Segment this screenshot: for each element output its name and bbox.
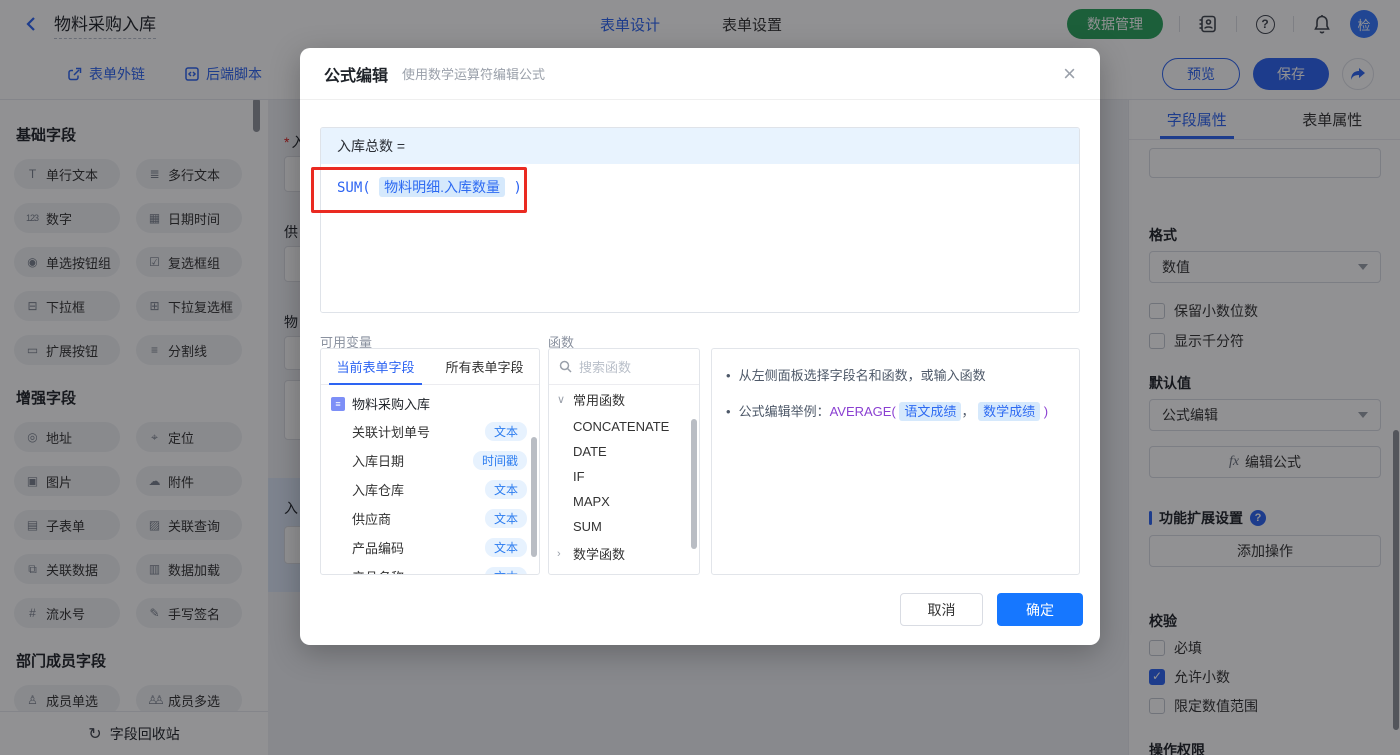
search-icon bbox=[559, 360, 572, 373]
function-group-text[interactable]: › 文本函数 bbox=[549, 568, 699, 574]
help-line-1: • 从左侧面板选择字段名和函数，或输入函数 bbox=[726, 368, 986, 383]
help-line-2: • 公式编辑举例：AVERAGE( 语文成绩， 数学成绩 ) bbox=[726, 402, 1049, 421]
variables-form-node[interactable]: ≡ 物料采购入库 bbox=[321, 385, 539, 417]
function-item[interactable]: DATE bbox=[549, 439, 699, 464]
variables-panel: 当前表单字段 所有表单字段 ≡ 物料采购入库 关联计划单号 文本 入库日期 时间戳 … bbox=[320, 348, 540, 575]
type-badge: 文本 bbox=[484, 480, 527, 499]
example-token-1: 语文成绩 bbox=[899, 402, 962, 421]
variables-scrollbar[interactable] bbox=[531, 437, 537, 557]
modal-subtitle: 使用数学运算符编辑公式 bbox=[402, 67, 546, 82]
function-search[interactable]: 搜索函数 bbox=[549, 349, 699, 385]
example-function: AVERAGE( bbox=[829, 404, 896, 419]
formula-input-area[interactable]: SUM( 物料明细.入库数量 ) bbox=[321, 164, 1079, 312]
variable-item[interactable]: 产品名称文本 bbox=[321, 562, 539, 574]
function-item[interactable]: IF bbox=[549, 464, 699, 489]
formula-close-paren: ) bbox=[513, 180, 522, 196]
type-badge: 文本 bbox=[484, 538, 527, 557]
functions-panel: 搜索函数 ∨ 常用函数 CONCATENATE DATE IF MAPX SUM… bbox=[548, 348, 700, 575]
search-placeholder: 搜索函数 bbox=[579, 360, 632, 375]
confirm-button[interactable]: 确定 bbox=[997, 593, 1083, 626]
type-badge: 时间戳 bbox=[472, 451, 527, 470]
variable-item[interactable]: 产品编码 文本 bbox=[321, 533, 539, 562]
close-icon[interactable]: × bbox=[1063, 62, 1076, 85]
formula-edit-modal: 公式编辑 使用数学运算符编辑公式 × 入库总数 = SUM( 物料明细.入库数量… bbox=[300, 48, 1100, 645]
type-badge: 文本 bbox=[484, 509, 527, 528]
formula-target-bar: 入库总数 = bbox=[321, 128, 1079, 164]
formula-field-token[interactable]: 物料明细.入库数量 bbox=[379, 177, 506, 197]
function-item[interactable]: SUM bbox=[549, 514, 699, 539]
example-token-2: 数学成绩 bbox=[978, 402, 1041, 421]
function-item[interactable]: CONCATENATE bbox=[549, 414, 699, 439]
variable-item[interactable]: 入库日期 时间戳 bbox=[321, 446, 539, 475]
help-panel: • 从左侧面板选择字段名和函数，或输入函数 • 公式编辑举例：AVERAGE( … bbox=[711, 348, 1080, 575]
functions-scrollbar[interactable] bbox=[691, 419, 697, 549]
function-group-common[interactable]: ∨ 常用函数 bbox=[549, 385, 699, 414]
variable-item[interactable]: 关联计划单号 文本 bbox=[321, 417, 539, 446]
cancel-button[interactable]: 取消 bbox=[900, 593, 983, 626]
formula-function: SUM( bbox=[337, 180, 371, 196]
modal-header: 公式编辑 使用数学运算符编辑公式 × bbox=[300, 48, 1100, 100]
form-document-icon: ≡ bbox=[331, 396, 345, 411]
type-badge: 文本 bbox=[484, 567, 527, 574]
type-badge: 文本 bbox=[484, 422, 527, 441]
caret-open-icon: ∨ bbox=[557, 394, 566, 406]
formula-editor: 入库总数 = SUM( 物料明细.入库数量 ) bbox=[320, 127, 1080, 313]
caret-closed-icon: › bbox=[557, 547, 561, 560]
variable-item[interactable]: 供应商 文本 bbox=[321, 504, 539, 533]
function-group-math[interactable]: › 数学函数 bbox=[549, 539, 699, 568]
modal-title: 公式编辑 bbox=[324, 67, 389, 85]
tab-current-form-fields[interactable]: 当前表单字段 bbox=[321, 349, 430, 385]
variable-item[interactable]: 入库仓库 文本 bbox=[321, 475, 539, 504]
variables-tabs: 当前表单字段 所有表单字段 bbox=[321, 349, 539, 385]
tab-all-form-fields[interactable]: 所有表单字段 bbox=[430, 349, 539, 384]
function-item[interactable]: MAPX bbox=[549, 489, 699, 514]
